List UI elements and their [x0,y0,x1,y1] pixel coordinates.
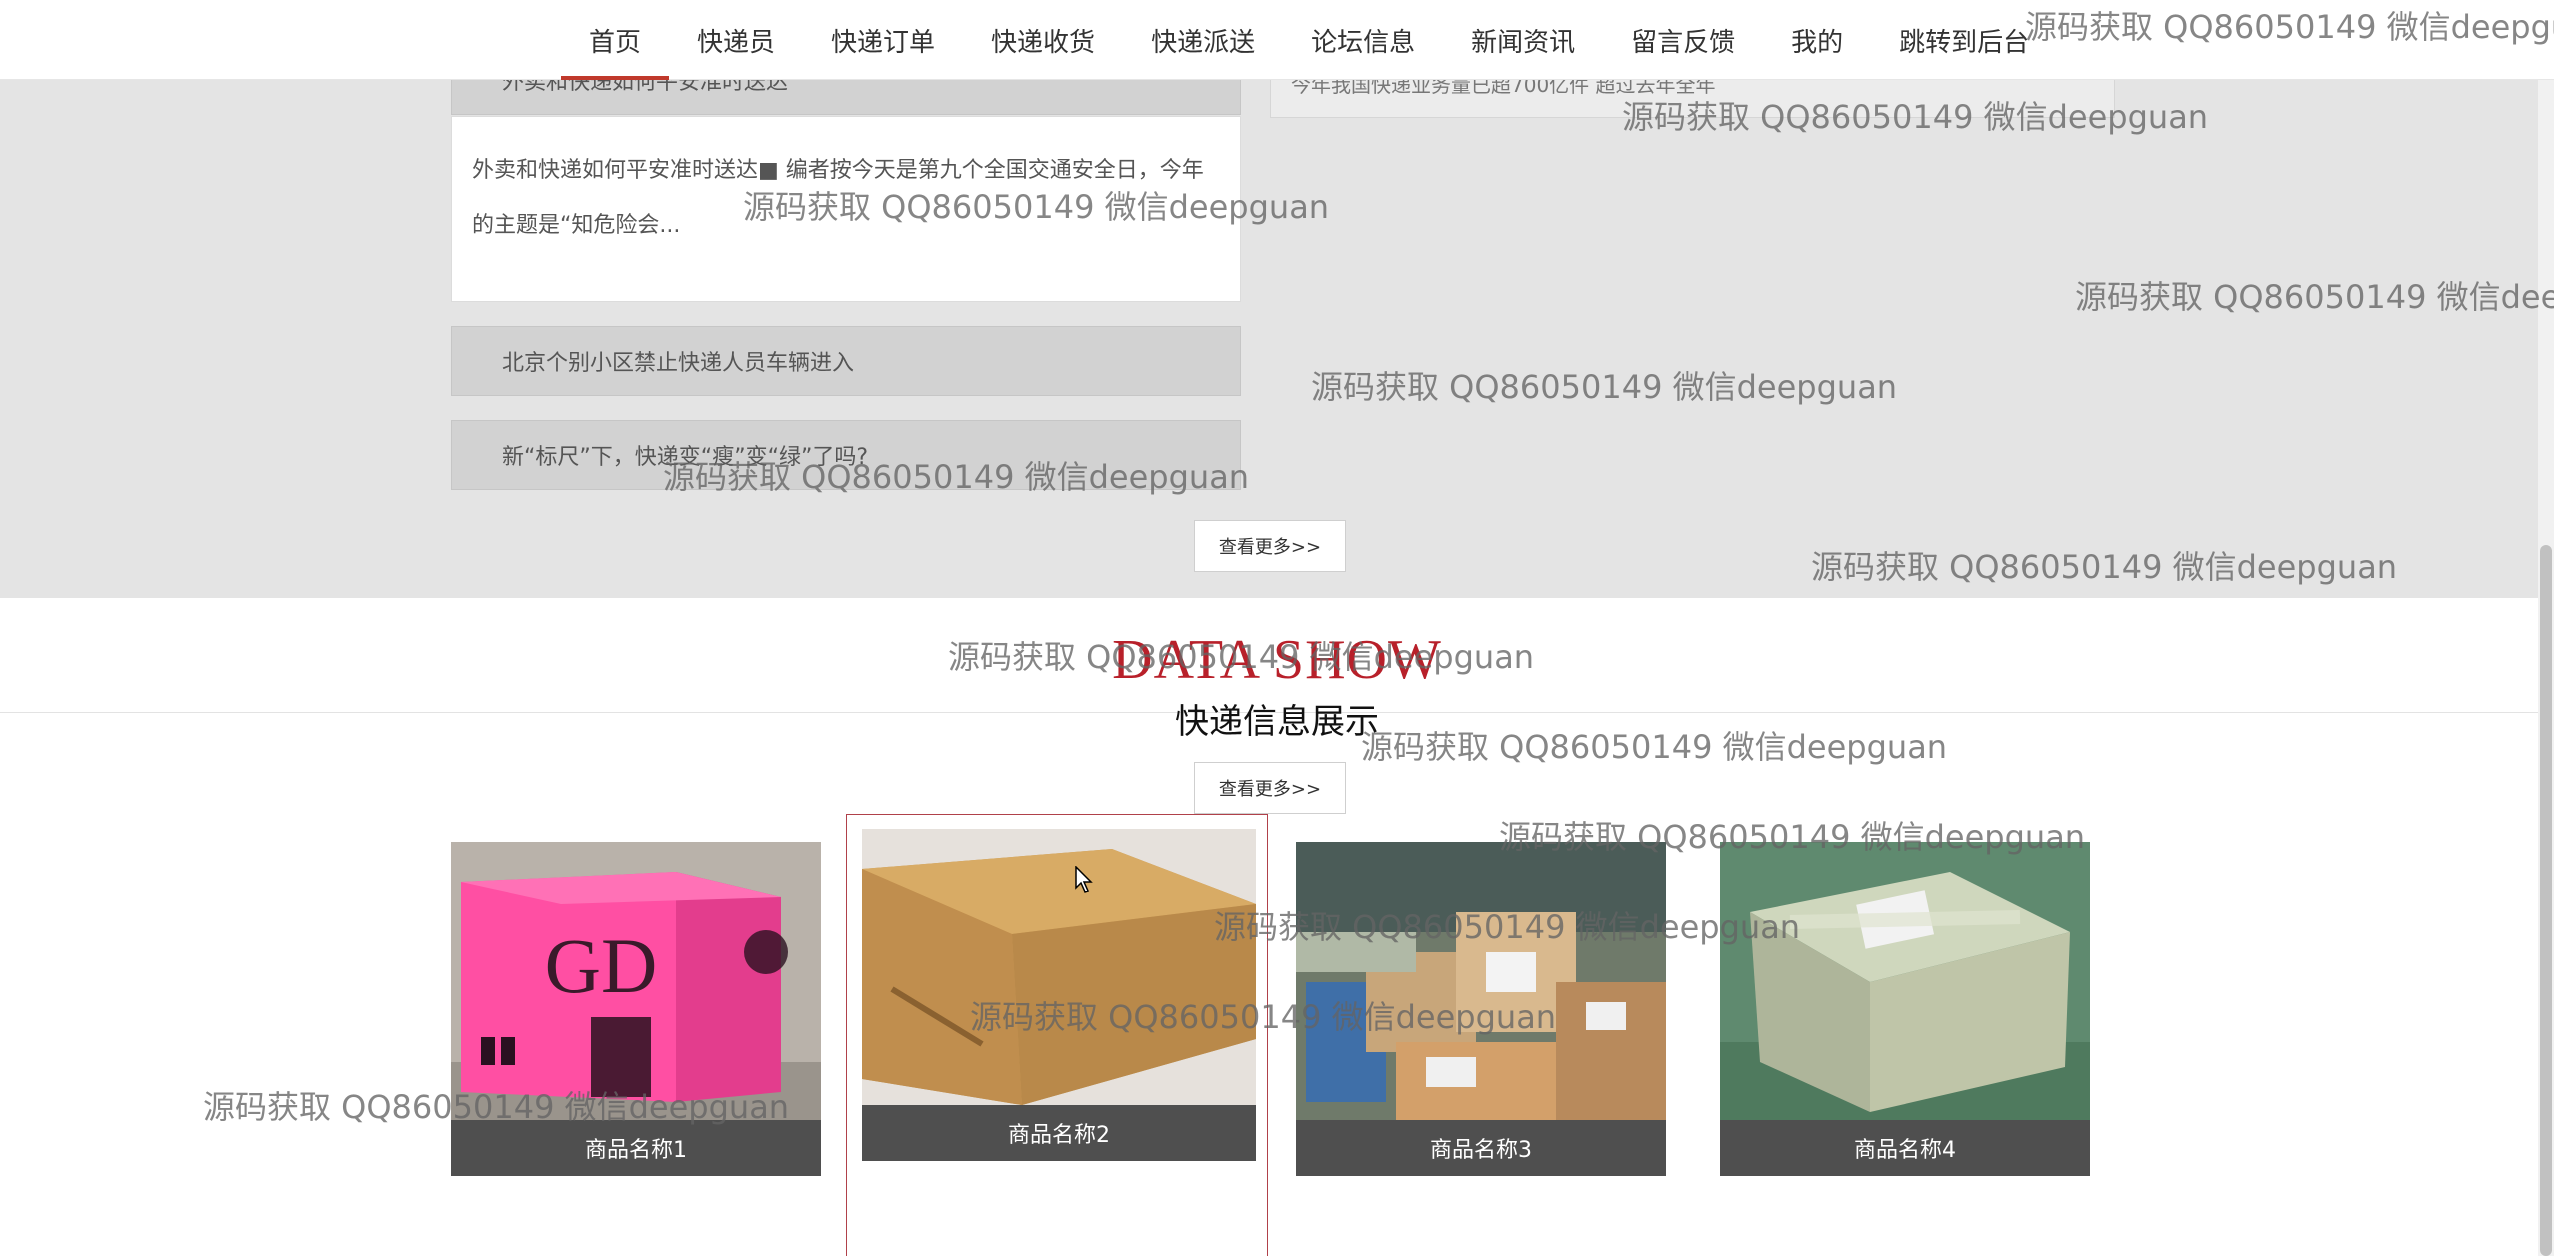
nav-item-feedback[interactable]: 留言反馈 [1603,0,1763,80]
product-name: 商品名称2 [862,1105,1256,1161]
product-name: 商品名称4 [1720,1120,2090,1176]
nav-item-admin[interactable]: 跳转到后台 [1871,0,2057,80]
product-image[interactable]: GD [451,842,821,1120]
scrollbar-thumb[interactable] [2540,545,2552,1256]
news-item[interactable]: 新“标尺”下，快递变“瘦”变“绿”了吗? [451,420,1241,490]
nav-list: 首页 快递员 快递订单 快递收货 快递派送 论坛信息 新闻资讯 留言反馈 我的 … [561,0,2057,80]
news-card-summary: 外卖和快递如何平安准时送达■ 编者按今天是第九个全国交通安全日，今年的主题是“知… [472,158,1204,238]
news-item-title: 北京个别小区禁止快递人员车辆进入 [502,351,855,376]
nav-item-orders[interactable]: 快递订单 [803,0,963,80]
news-item[interactable]: 北京个别小区禁止快递人员车辆进入 [451,326,1241,396]
pink-box-image: GD [451,842,821,1120]
news-section: 外卖和快递如何平安准时送达 外卖和快递如何平安准时送达■ 编者按今天是第九个全国… [0,0,2554,598]
taped-box-image [1720,842,2090,1120]
page-scrollbar[interactable] [2538,0,2554,1256]
product-card-4[interactable]: 商品名称4 [1720,842,2090,1176]
product-name: 商品名称1 [451,1120,821,1176]
parcels-image [1296,842,1666,1120]
product-image[interactable] [1296,842,1666,1120]
nav-item-mine[interactable]: 我的 [1763,0,1871,80]
top-nav: 首页 快递员 快递订单 快递收货 快递派送 论坛信息 新闻资讯 留言反馈 我的 … [0,0,2554,80]
product-card-2[interactable]: 商品名称2 [862,829,1256,1161]
nav-item-forum[interactable]: 论坛信息 [1283,0,1443,80]
products-more-button[interactable]: 查看更多>> [1194,762,1346,814]
section-title-zh: 快递信息展示 [1175,702,1379,742]
news-item-title: 新“标尺”下，快递变“瘦”变“绿”了吗? [502,445,869,470]
nav-item-courier[interactable]: 快递员 [669,0,803,80]
news-card[interactable]: 外卖和快递如何平安准时送达■ 编者按今天是第九个全国交通安全日，今年的主题是“知… [451,116,1241,302]
nav-item-receiving[interactable]: 快递收货 [963,0,1123,80]
mouse-cursor-icon [1075,866,1093,893]
news-more-button[interactable]: 查看更多>> [1194,520,1346,572]
product-image[interactable] [1720,842,2090,1120]
product-image[interactable] [862,829,1256,1105]
product-card-1[interactable]: GD 商品名称1 [451,842,821,1176]
svg-text:GD: GD [545,922,658,1009]
carton-box-image [862,829,1256,1105]
product-card-3[interactable]: 商品名称3 [1296,842,1666,1176]
product-name: 商品名称3 [1296,1120,1666,1176]
nav-item-news[interactable]: 新闻资讯 [1443,0,1603,80]
section-title-en: DATA SHOW [1112,629,1442,691]
nav-item-delivery[interactable]: 快递派送 [1123,0,1283,80]
nav-item-home[interactable]: 首页 [561,0,670,80]
